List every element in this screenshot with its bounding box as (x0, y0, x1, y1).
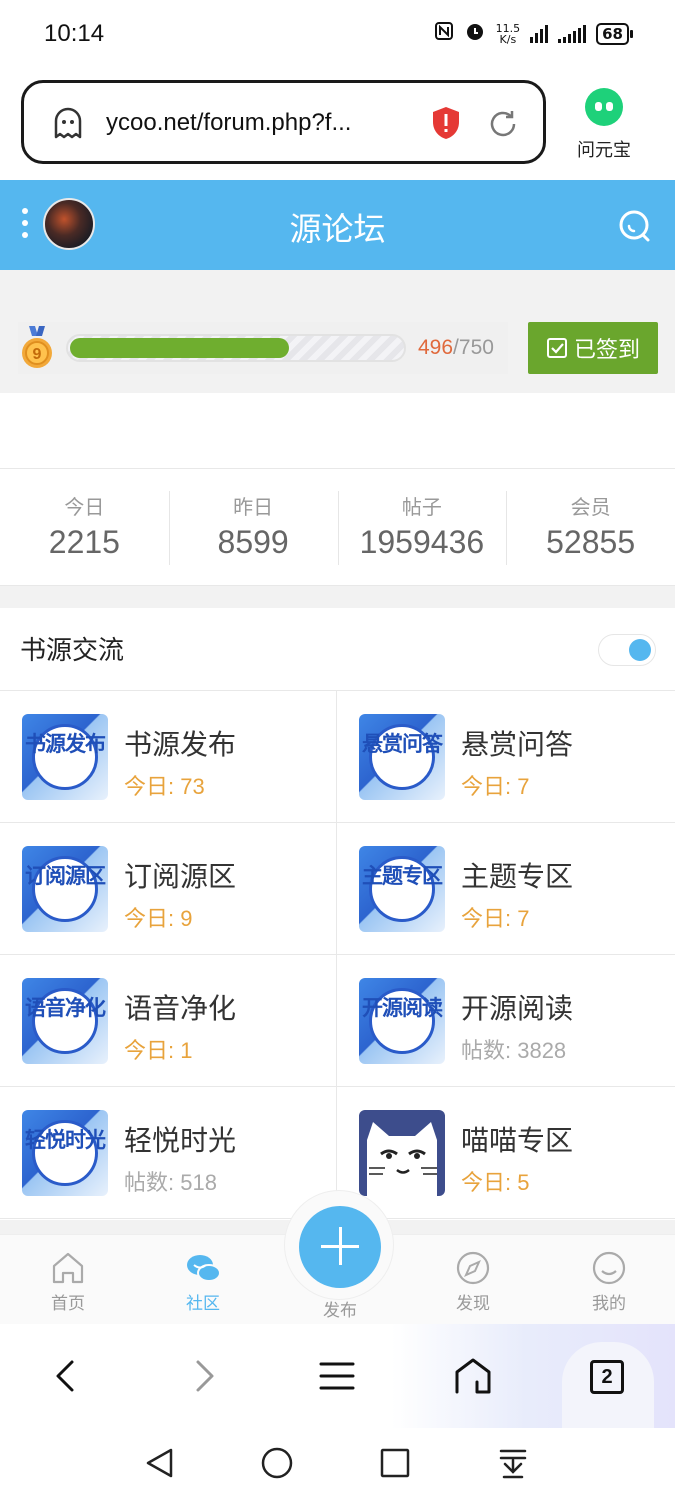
forum-item[interactable]: 喵喵专区 今日: 5 (337, 1087, 675, 1219)
forum-name: 悬赏问答 (461, 728, 574, 761)
nav-home[interactable]: 首页 (28, 1249, 108, 1314)
forum-stat: 今日: 1 (124, 1038, 193, 1063)
level-progress-text: 496/750 (418, 336, 494, 359)
forum-item[interactable]: 订阅源区 订阅源区 今日: 9 (0, 823, 337, 955)
status-bar: 10:14 11.5 K/s 68 (0, 0, 675, 70)
signed-in-button[interactable]: 已签到 (528, 322, 658, 374)
forward-icon[interactable] (182, 1354, 226, 1398)
level-medal-icon: 9 (22, 326, 52, 368)
forum-stat: 今日: 73 (124, 774, 205, 799)
forum-stat: 帖数: 3828 (461, 1038, 567, 1063)
net-speed: 11.5 K/s (495, 21, 521, 46)
forum-name: 喵喵专区 (461, 1124, 574, 1157)
forum-stat: 今日: 5 (461, 1170, 530, 1195)
stat-posts: 帖子 1959436 (337, 469, 507, 585)
forum-badge-icon: 悬赏问答 (359, 714, 445, 800)
system-dropdown-icon[interactable] (496, 1446, 530, 1480)
divider-band (0, 586, 675, 608)
forum-badge-icon: 开源阅读 (359, 978, 445, 1064)
home-icon (52, 1252, 84, 1284)
publish-button[interactable] (299, 1206, 381, 1288)
home-icon[interactable] (451, 1354, 495, 1398)
nav-mine[interactable]: 我的 (569, 1249, 649, 1314)
ghost-icon[interactable] (50, 105, 86, 141)
forum-item[interactable]: 悬赏问答 悬赏问答 今日: 7 (337, 691, 675, 823)
forum-stat: 今日: 7 (461, 774, 530, 799)
nav-community[interactable]: 社区 (163, 1249, 243, 1314)
forum-item[interactable]: 书源发布 书源发布 今日: 73 (0, 691, 337, 823)
level-progress-fill (70, 338, 289, 358)
forum-badge-icon: 轻悦时光 (22, 1110, 108, 1196)
stat-today: 今日 2215 (48, 495, 120, 560)
toggle-knob (629, 639, 651, 661)
system-home-icon[interactable] (260, 1446, 294, 1480)
level-progress-bar (66, 334, 406, 362)
forum-name: 主题专区 (461, 860, 574, 893)
forum-item[interactable]: 轻悦时光 轻悦时光 帖数: 518 (0, 1087, 337, 1219)
forum-name: 轻悦时光 (124, 1124, 237, 1157)
tabs-count-icon[interactable]: 2 (590, 1360, 624, 1394)
security-shield-icon[interactable] (430, 105, 462, 141)
menu-icon[interactable] (315, 1354, 359, 1398)
forum-grid: 书源发布 书源发布 今日: 73 悬赏问答 悬赏问答 今日: 7 订阅源区 订阅… (0, 690, 675, 1219)
page-title: 源论坛 (289, 210, 386, 248)
search-icon[interactable] (617, 208, 653, 244)
assistant-button[interactable]: 问元宝 (568, 88, 640, 162)
forum-badge-icon: 主题专区 (359, 846, 445, 932)
assistant-avatar-icon (585, 88, 623, 126)
forum-item[interactable]: 主题专区 主题专区 今日: 7 (337, 823, 675, 955)
stat-yesterday: 昨日 8599 (168, 469, 338, 585)
signal-icon-2 (558, 24, 587, 43)
forum-name: 订阅源区 (124, 860, 237, 893)
forum-stat: 帖数: 518 (124, 1170, 217, 1195)
forum-name: 语音净化 (124, 992, 237, 1025)
checkbox-check-icon (546, 338, 567, 358)
forum-name: 书源发布 (124, 728, 237, 761)
forum-badge-icon: 订阅源区 (22, 846, 108, 932)
url-text[interactable]: ycoo.net/forum.php?f... (106, 109, 351, 137)
system-nav-bar (0, 1428, 675, 1500)
status-time: 10:14 (44, 20, 105, 47)
status-icons: 11.5 K/s 68 (434, 20, 633, 47)
forum-item[interactable]: 语音净化 语音净化 今日: 1 (0, 955, 337, 1087)
forum-stat: 今日: 9 (124, 906, 193, 931)
alarm-icon (464, 20, 486, 47)
address-bar[interactable]: ycoo.net/forum.php?f... (21, 80, 546, 164)
stat-members: 会员 52855 (506, 469, 675, 585)
section-title: 书源交流 (20, 636, 125, 666)
forum-badge-icon: 书源发布 (22, 714, 108, 800)
signal-icon (530, 24, 549, 43)
signed-in-label: 已签到 (573, 338, 640, 363)
forum-stats: 今日 2215 昨日 8599 帖子 1959436 会员 52855 (0, 468, 675, 586)
section-collapse-toggle[interactable] (598, 634, 656, 666)
cat-icon (359, 1110, 445, 1196)
smiley-icon (592, 1251, 626, 1285)
back-icon[interactable] (44, 1354, 88, 1398)
forum-stat: 今日: 7 (461, 906, 530, 931)
system-back-icon[interactable] (143, 1446, 177, 1480)
publish-label: 发布 (323, 1301, 357, 1321)
forum-name: 开源阅读 (461, 992, 574, 1025)
compass-icon (456, 1251, 490, 1285)
reload-icon[interactable] (486, 107, 520, 141)
svg-text:9: 9 (33, 346, 42, 363)
assistant-label: 问元宝 (577, 140, 631, 161)
nav-discover[interactable]: 发现 (433, 1249, 513, 1314)
forum-item[interactable]: 开源阅读 开源阅读 帖数: 3828 (337, 955, 675, 1087)
nfc-icon (434, 21, 454, 46)
chat-bubbles-icon (187, 1255, 221, 1282)
forum-badge-icon: 语音净化 (22, 978, 108, 1064)
system-recents-icon[interactable] (378, 1446, 412, 1480)
battery-indicator: 68 (596, 22, 633, 45)
